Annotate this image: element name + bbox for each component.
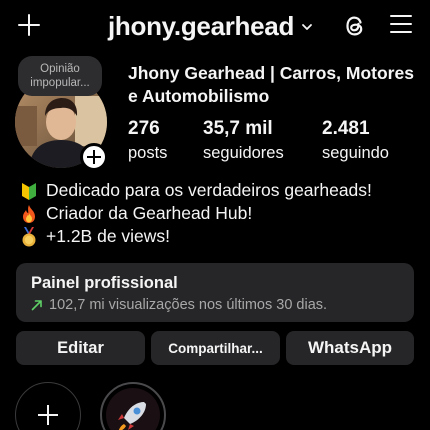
dashboard-title: Painel profissional — [31, 274, 178, 292]
followers-label: seguidores — [203, 144, 284, 162]
bio-text-1: Dedicado para os verdadeiros gearheads! — [46, 180, 372, 200]
bio: Dedicado para os verdadeiros gearheads! … — [18, 179, 418, 248]
full-name: Jhony Gearhead | Carros, Motores e Autom… — [128, 63, 414, 106]
following-count: 2.481 — [322, 118, 370, 139]
top-bar: jhony.gearhead — [0, 0, 430, 50]
beginner-badge-icon — [22, 182, 36, 200]
medal-icon — [22, 226, 36, 246]
highlight-rocket[interactable] — [100, 382, 166, 430]
dashboard-views-text: 102,7 mi visualizações nos últimos 30 di… — [49, 297, 328, 313]
edit-profile-button[interactable]: Editar — [16, 331, 145, 365]
share-profile-button[interactable]: Compartilhar... — [151, 331, 280, 365]
bio-line: +1.2B de views! — [18, 225, 418, 248]
fire-icon — [23, 204, 35, 223]
stat-posts[interactable]: 276 posts — [128, 118, 167, 164]
professional-dashboard[interactable]: Painel profissional 102,7 mi visualizaçõ… — [16, 263, 414, 322]
note-bubble[interactable]: Opinião impopular... — [18, 56, 102, 96]
rocket-icon — [106, 388, 160, 430]
trending-up-icon — [31, 300, 42, 311]
username: jhony.gearhead — [108, 10, 295, 41]
dashboard-subtitle: 102,7 mi visualizações nos últimos 30 di… — [31, 295, 399, 315]
menu-icon[interactable] — [390, 15, 412, 35]
following-label: seguindo — [322, 144, 389, 162]
stat-followers[interactable]: 35,7 mil seguidores — [203, 118, 284, 164]
followers-count: 35,7 mil — [203, 118, 273, 139]
chevron-down-icon — [302, 24, 312, 30]
bio-text-3: +1.2B de views! — [46, 226, 171, 246]
stat-following[interactable]: 2.481 seguindo — [322, 118, 389, 164]
create-plus-icon[interactable] — [18, 14, 40, 36]
bio-text-2: Criador da Gearhead Hub! — [46, 203, 253, 223]
add-story-icon[interactable] — [80, 143, 108, 171]
threads-icon[interactable] — [343, 13, 367, 39]
new-highlight-plus-icon[interactable] — [15, 382, 81, 430]
posts-count: 276 — [128, 118, 160, 139]
profile-screen: jhony.gearhead Opinião impopular... Jhon… — [0, 0, 430, 430]
whatsapp-button[interactable]: WhatsApp — [286, 331, 414, 365]
note-text: Opinião impopular... — [30, 63, 90, 89]
bio-line: Dedicado para os verdadeiros gearheads! — [18, 179, 418, 202]
bio-line: Criador da Gearhead Hub! — [18, 202, 418, 225]
posts-label: posts — [128, 144, 168, 162]
account-switcher[interactable]: jhony.gearhead — [108, 10, 314, 42]
